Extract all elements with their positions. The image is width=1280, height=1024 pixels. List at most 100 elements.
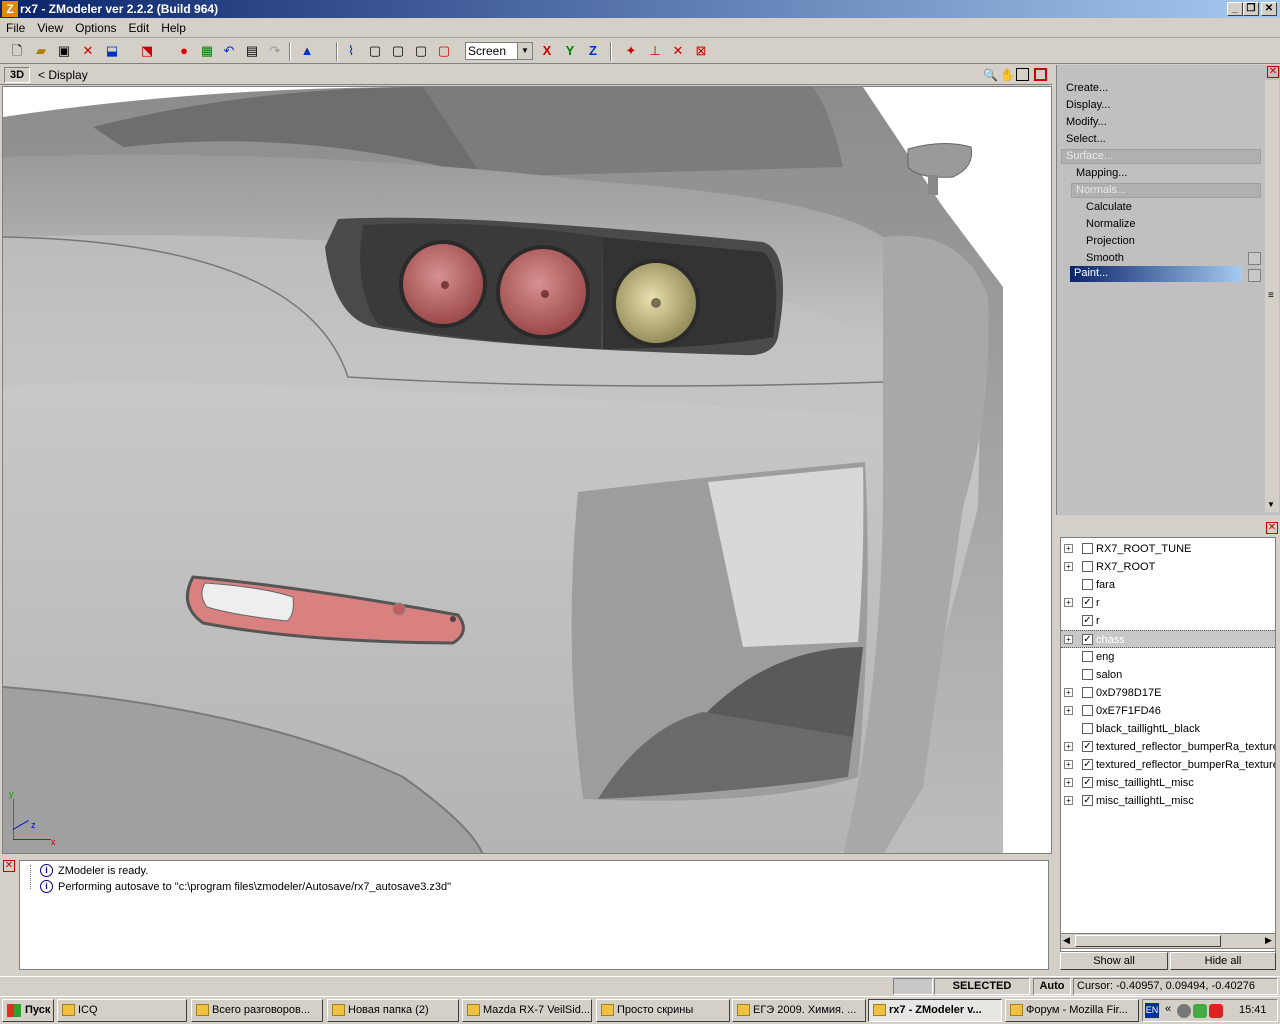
object-list-hscrollbar[interactable]: ◀ ▶ — [1060, 933, 1276, 949]
object-list[interactable]: + RX7_ROOT_TUNE + RX7_ROOT fara + ✓ r ✓ r + ✓ chass e… — [1060, 537, 1276, 952]
close-log-icon[interactable]: ✕ — [3, 860, 15, 872]
object-row[interactable]: + ✓ misc_taillightL_misc — [1061, 792, 1275, 810]
paint-options-box[interactable] — [1248, 269, 1261, 282]
taskbar-button[interactable]: Всего разговоров... — [191, 999, 323, 1022]
taskbar-button[interactable]: Mazda RX-7 VeilSid... — [462, 999, 592, 1022]
object-row[interactable]: +0xD798D17E — [1061, 684, 1275, 702]
cmd-create[interactable]: Create... — [1066, 82, 1108, 94]
visibility-checkbox[interactable]: ✓ — [1082, 615, 1093, 626]
command-scrollbar[interactable]: ≡ ▼ — [1265, 80, 1279, 512]
cube-top-icon[interactable]: ▢ — [412, 42, 430, 60]
object-row[interactable]: salon — [1061, 666, 1275, 684]
expand-icon[interactable]: + — [1064, 742, 1073, 751]
maximize-viewport-icon[interactable] — [1016, 68, 1029, 81]
cube-front-icon[interactable]: ▢ — [366, 42, 384, 60]
properties-icon[interactable]: ▤ — [243, 42, 261, 60]
visibility-checkbox[interactable]: ✓ — [1082, 634, 1093, 645]
visibility-checkbox[interactable]: ✓ — [1082, 597, 1093, 608]
close-objects-icon[interactable]: ✕ — [1266, 522, 1278, 534]
log-area[interactable]: i ZModeler is ready. i Performing autosa… — [19, 860, 1049, 970]
close-viewport-icon[interactable] — [1034, 68, 1047, 81]
object-row[interactable]: ✓ r — [1061, 612, 1275, 630]
expand-icon[interactable]: + — [1064, 760, 1073, 769]
tray-antivirus-icon[interactable] — [1209, 1004, 1223, 1018]
object-row[interactable]: + ✓ r — [1061, 594, 1275, 612]
taskbar-button[interactable]: Новая папка (2) — [327, 999, 459, 1022]
taskbar-button[interactable]: ICQ — [57, 999, 187, 1022]
visibility-checkbox[interactable]: ✓ — [1082, 777, 1093, 788]
new-file-icon[interactable]: 🗋 — [8, 42, 26, 60]
axis-z-toggle[interactable]: Z — [584, 42, 602, 60]
restore-button[interactable]: ❐ — [1243, 2, 1259, 16]
cmd-surface[interactable]: Surface... — [1066, 150, 1113, 162]
visibility-checkbox[interactable]: ✓ — [1082, 759, 1093, 770]
taskbar-button[interactable]: rx7 - ZModeler v... — [868, 999, 1002, 1022]
cmd-calculate[interactable]: Calculate — [1086, 201, 1132, 213]
visibility-checkbox[interactable] — [1082, 723, 1093, 734]
rotate-axis-icon[interactable]: ✕ — [669, 42, 687, 60]
start-button[interactable]: Пуск — [2, 999, 54, 1022]
close-button[interactable]: ✕ — [1261, 2, 1277, 16]
visibility-checkbox[interactable] — [1082, 705, 1093, 716]
import-icon[interactable]: ⬓ — [103, 42, 121, 60]
menu-options[interactable]: Options — [69, 18, 122, 35]
object-row[interactable]: + ✓ textured_reflector_bumperRa_texture — [1061, 738, 1275, 756]
view-select[interactable]: Screen ▼ — [465, 42, 533, 60]
expand-icon[interactable]: + — [1064, 688, 1073, 697]
curve-select-icon[interactable]: ⌇ — [342, 42, 360, 60]
taskbar-button[interactable]: Форум - Mozilla Fir... — [1005, 999, 1139, 1022]
visibility-checkbox[interactable]: ✓ — [1082, 795, 1093, 806]
object-row[interactable]: +0xE7F1FD46 — [1061, 702, 1275, 720]
object-row[interactable]: + ✓ misc_taillightL_misc — [1061, 774, 1275, 792]
menu-file[interactable]: File — [0, 18, 31, 35]
visibility-checkbox[interactable] — [1082, 579, 1093, 590]
cmd-select[interactable]: Select... — [1066, 133, 1106, 145]
snap-icon[interactable]: ✦ — [622, 42, 640, 60]
cmd-modify[interactable]: Modify... — [1066, 116, 1107, 128]
visibility-checkbox[interactable] — [1082, 669, 1093, 680]
object-row[interactable]: eng — [1061, 648, 1275, 666]
visibility-checkbox[interactable] — [1082, 651, 1093, 662]
visibility-checkbox[interactable] — [1082, 687, 1093, 698]
expand-icon[interactable]: + — [1064, 598, 1073, 607]
move-axis-icon[interactable]: ⊥ — [646, 42, 664, 60]
cmd-display[interactable]: Display... — [1066, 99, 1110, 111]
visibility-checkbox[interactable] — [1082, 561, 1093, 572]
render-icon[interactable]: ● — [175, 42, 193, 60]
expand-icon[interactable]: + — [1064, 796, 1073, 805]
zoom-icon[interactable]: 🔍 — [983, 68, 998, 82]
visibility-checkbox[interactable]: ✓ — [1082, 741, 1093, 752]
export-icon[interactable]: ⬔ — [138, 42, 156, 60]
object-row[interactable]: + RX7_ROOT — [1061, 558, 1275, 576]
visibility-checkbox[interactable] — [1082, 543, 1093, 554]
material-icon[interactable]: ▦ — [198, 42, 216, 60]
show-all-button[interactable]: Show all — [1060, 952, 1168, 970]
redo-icon[interactable]: ↷ — [266, 42, 284, 60]
expand-icon[interactable]: + — [1064, 635, 1073, 644]
3d-viewport[interactable]: y x z — [2, 86, 1052, 854]
cmd-normals[interactable]: Normals... — [1076, 184, 1126, 196]
cmd-normalize[interactable]: Normalize — [1086, 218, 1136, 230]
menu-view[interactable]: View — [31, 18, 69, 35]
cube-perspective-icon[interactable]: ▢ — [435, 42, 453, 60]
object-row[interactable]: + RX7_ROOT_TUNE — [1061, 540, 1275, 558]
close-file-icon[interactable]: ✕ — [79, 42, 97, 60]
open-folder-icon[interactable]: ▰ — [32, 42, 50, 60]
tray-mail-icon[interactable] — [1193, 1004, 1207, 1018]
language-indicator[interactable]: EN — [1145, 1003, 1159, 1018]
axis-y-toggle[interactable]: Y — [561, 42, 579, 60]
expand-icon[interactable]: + — [1064, 562, 1073, 571]
taskbar-button[interactable]: ЕГЭ 2009. Химия. ... — [732, 999, 866, 1022]
object-row[interactable]: + ✓ chass — [1061, 630, 1275, 648]
cmd-projection[interactable]: Projection — [1086, 235, 1135, 247]
undo-icon[interactable]: ↶ — [220, 42, 238, 60]
object-row[interactable]: black_taillightL_black — [1061, 720, 1275, 738]
cmd-mapping[interactable]: Mapping... — [1076, 167, 1127, 179]
hide-all-button[interactable]: Hide all — [1170, 952, 1276, 970]
viewport-label[interactable]: < Display — [38, 68, 88, 82]
object-row[interactable]: fara — [1061, 576, 1275, 594]
tray-expand-icon[interactable]: « — [1165, 1003, 1171, 1015]
save-icon[interactable]: ▣ — [55, 42, 73, 60]
menu-edit[interactable]: Edit — [123, 18, 156, 35]
pan-hand-icon[interactable]: ✋ — [1000, 68, 1015, 82]
